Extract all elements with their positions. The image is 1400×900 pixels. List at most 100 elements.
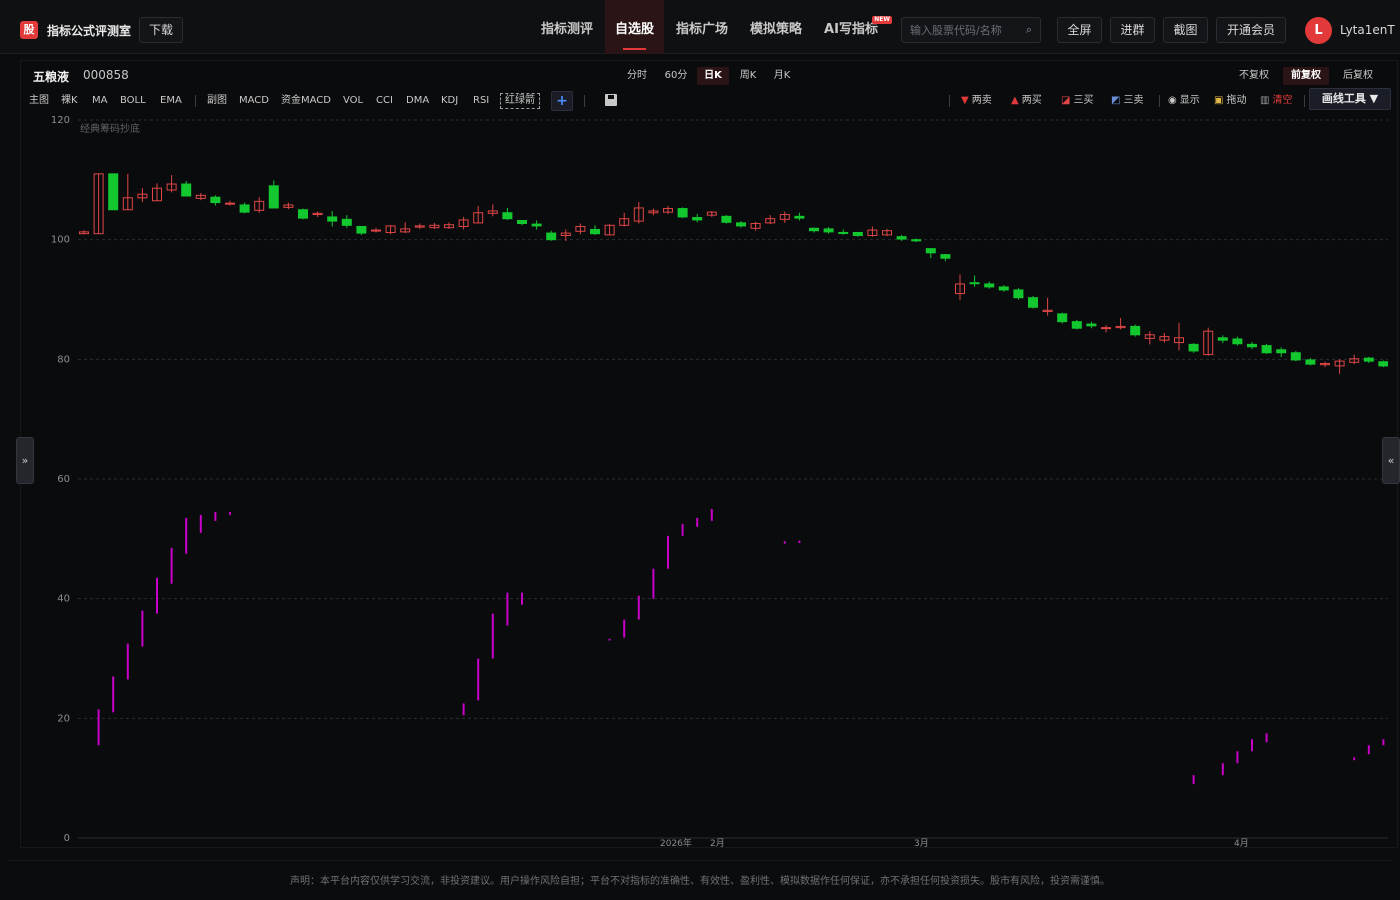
stock-search-input[interactable] <box>910 22 1020 39</box>
indicator-dma[interactable]: DMA <box>406 93 429 109</box>
candle-body <box>1261 345 1272 354</box>
indicator-cci[interactable]: CCI <box>376 93 393 109</box>
indicator-vol[interactable]: VOL <box>343 93 363 109</box>
down-triangle-icon: ▼ <box>961 95 969 106</box>
divider <box>949 95 950 107</box>
y-tick-label: 20 <box>57 713 70 724</box>
overlay-indicator-label: 经典筹码抄底 <box>80 122 140 135</box>
up-triangle-icon: ▲ <box>1011 95 1019 106</box>
y-tick-label: 40 <box>57 594 70 605</box>
indicator-red-green-arrow[interactable]: 红绿箭 <box>500 93 540 109</box>
period-60min[interactable]: 60分 <box>659 67 693 85</box>
period-weekly[interactable]: 周K <box>733 67 763 85</box>
indicator-kdj[interactable]: KDJ <box>441 93 458 109</box>
period-monthly[interactable]: 月K <box>767 67 797 85</box>
adjust-none[interactable]: 不复权 <box>1231 67 1277 85</box>
avatar[interactable]: L <box>1305 17 1332 44</box>
candle-body <box>1057 313 1068 323</box>
indicator-macd[interactable]: MACD <box>239 93 269 109</box>
candle-body <box>1013 289 1024 299</box>
y-tick-label: 0 <box>64 833 70 844</box>
indicator-ma[interactable]: MA <box>92 93 107 109</box>
three-sell-tool[interactable]: ◩ 三卖 <box>1111 93 1143 109</box>
clear-tool[interactable]: ▥ 清空 <box>1260 93 1292 109</box>
candle-body <box>531 223 542 227</box>
candle-body <box>210 196 221 204</box>
username[interactable]: Lyta1enT <box>1340 23 1395 37</box>
candle-body <box>736 222 746 227</box>
candle-body <box>925 248 936 254</box>
add-indicator-button[interactable]: + <box>551 91 573 111</box>
screenshot-button[interactable]: 截图 <box>1163 17 1208 43</box>
divider <box>1304 95 1305 107</box>
candle-body <box>721 215 732 223</box>
three-sell-label: 三卖 <box>1123 95 1144 106</box>
two-buy-label: 两买 <box>1021 95 1042 106</box>
stock-search[interactable]: ⌕ <box>901 17 1041 43</box>
candle-body <box>852 231 863 236</box>
top-bar: 股 指标公式评测室 下载 指标测评 自选股 指标广场 模拟策略 AI写指标 NE… <box>0 0 1400 54</box>
candle-body <box>181 183 192 197</box>
brand-title[interactable]: 指标公式评测室 <box>47 22 131 39</box>
candle-body <box>794 215 805 219</box>
candle-body <box>1130 325 1141 336</box>
kline-chart[interactable]: 0 20 40 60 80 100 120 经典筹码抄底 2026年 2月 3月 4月 <box>20 112 1388 848</box>
candle-body <box>239 204 250 213</box>
disclaimer: 声明：本平台内容仅供学习交流，非投资建议。用户操作风险自担；平台不对指标的准确性… <box>290 876 1110 887</box>
two-buy-tool[interactable]: ▲ 两买 <box>1011 93 1042 109</box>
lock-icon: ▣ <box>1214 95 1224 106</box>
divider <box>1159 95 1160 107</box>
candle-body <box>940 254 951 259</box>
nav-item-sim-strategy[interactable]: 模拟策略 <box>740 0 812 54</box>
candle-body <box>502 212 513 220</box>
three-buy-tool[interactable]: ◪ 三买 <box>1061 93 1093 109</box>
candle-body <box>1305 359 1316 365</box>
brand-logo-icon[interactable]: 股 <box>20 21 38 39</box>
candle-body <box>327 216 338 222</box>
y-tick-label: 120 <box>51 115 70 126</box>
nav-item-indicator-review[interactable]: 指标测评 <box>530 0 604 54</box>
nav-item-ai-indicator[interactable]: AI写指标 NEW <box>814 0 892 54</box>
candle-body <box>356 226 367 234</box>
candle-body <box>692 217 703 221</box>
indicator-boll[interactable]: BOLL <box>120 93 146 109</box>
nav-item-indicator-square[interactable]: 指标广场 <box>666 0 738 54</box>
footer-divider <box>8 860 1392 861</box>
three-buy-label: 三买 <box>1073 95 1094 106</box>
candle-body <box>984 283 995 288</box>
download-button[interactable]: 下载 <box>139 17 183 43</box>
candle-body <box>677 208 688 218</box>
save-icon[interactable] <box>605 94 617 106</box>
candle-body <box>546 232 557 241</box>
indicator-rsi[interactable]: RSI <box>473 93 489 109</box>
candle-body <box>1232 338 1243 345</box>
clear-label: 清空 <box>1272 95 1293 106</box>
indicator-bare-k[interactable]: 裸K <box>61 93 78 109</box>
candle-body <box>1101 327 1111 330</box>
search-icon[interactable]: ⌕ <box>1026 23 1032 37</box>
candle-body <box>108 173 119 211</box>
candle-body <box>1071 321 1082 329</box>
candle-body <box>517 220 527 225</box>
candle-body <box>1276 349 1287 354</box>
draw-tool-dropdown[interactable]: 画线工具 ▼ <box>1309 88 1391 110</box>
adjust-forward[interactable]: 前复权 <box>1283 67 1329 85</box>
join-group-button[interactable]: 进群 <box>1110 17 1155 43</box>
drag-tool[interactable]: ▣ 拖动 <box>1214 93 1246 109</box>
candle-body <box>1378 361 1388 367</box>
candle-body <box>268 185 279 209</box>
adjust-backward[interactable]: 后复权 <box>1335 67 1381 85</box>
period-daily[interactable]: 日K <box>697 67 729 85</box>
period-intraday[interactable]: 分时 <box>621 67 653 85</box>
indicator-fund-macd[interactable]: 资金MACD <box>281 93 331 109</box>
fullscreen-button[interactable]: 全屏 <box>1057 17 1102 43</box>
show-tool[interactable]: ◉ 显示 <box>1168 93 1200 109</box>
two-sell-tool[interactable]: ▼ 两卖 <box>961 93 992 109</box>
candle-body <box>896 236 907 240</box>
candle-body <box>838 231 849 234</box>
candle-body <box>1363 357 1374 362</box>
nav-item-watchlist[interactable]: 自选股 <box>605 0 664 54</box>
vip-button[interactable]: 开通会员 <box>1216 17 1286 43</box>
main-chart-label: 主图 <box>29 95 49 106</box>
indicator-ema[interactable]: EMA <box>160 93 182 109</box>
